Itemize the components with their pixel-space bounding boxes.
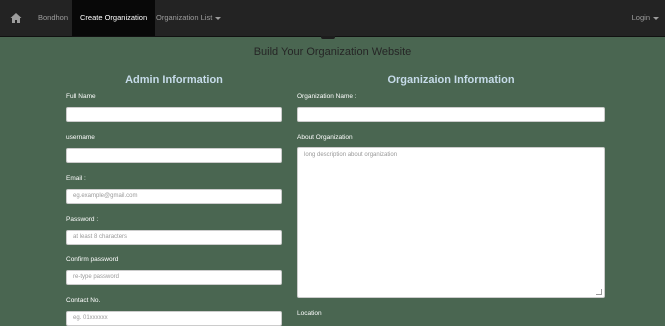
nav-organization-list-label: Organization List [156,13,213,22]
contact-number-label: Contact No. [66,297,101,304]
top-navbar: Bondhon Create Organization Organization… [0,0,665,37]
full-name-label: Full Name [66,93,96,100]
organization-name-label: Organization Name : [297,93,357,100]
organization-name-input[interactable] [297,107,605,122]
confirm-password-label: Confirm password [66,256,119,263]
username-input[interactable] [66,148,282,163]
password-input[interactable]: at least 8 characters [66,230,282,245]
resize-grip-icon[interactable] [596,289,602,295]
org-section-title: Organizaion Information [387,74,515,86]
about-organization-label: About Organization [297,134,353,141]
nav-toggle-tab[interactable] [321,36,335,39]
chevron-down-icon [653,16,659,20]
username-label: username [66,134,95,141]
nav-brand-link[interactable]: Bondhon [30,0,76,36]
chevron-down-icon [215,16,222,20]
confirm-password-input[interactable]: re-type password [66,270,282,285]
location-label: Location [297,310,322,317]
about-organization-placeholder: long description about organization [304,152,398,158]
contact-number-input[interactable]: eg. 01xxxxxx [66,311,282,326]
password-label: Password : [66,216,99,223]
full-name-input[interactable] [66,107,282,122]
admin-section-title: Admin Information [125,74,223,86]
page-title: Build Your Organization Website [253,46,412,58]
nav-login-label: Login [631,13,650,22]
nav-organization-list-dropdown[interactable]: Organization List [148,0,229,36]
about-organization-textarea[interactable]: long description about organization [297,147,605,298]
nav-login-dropdown[interactable]: Login [626,0,665,36]
nav-create-organization[interactable]: Create Organization [72,0,156,36]
home-icon[interactable] [10,12,22,24]
email-label: Email : [66,175,86,182]
email-input[interactable]: eg.example@gmail.com [66,189,282,204]
